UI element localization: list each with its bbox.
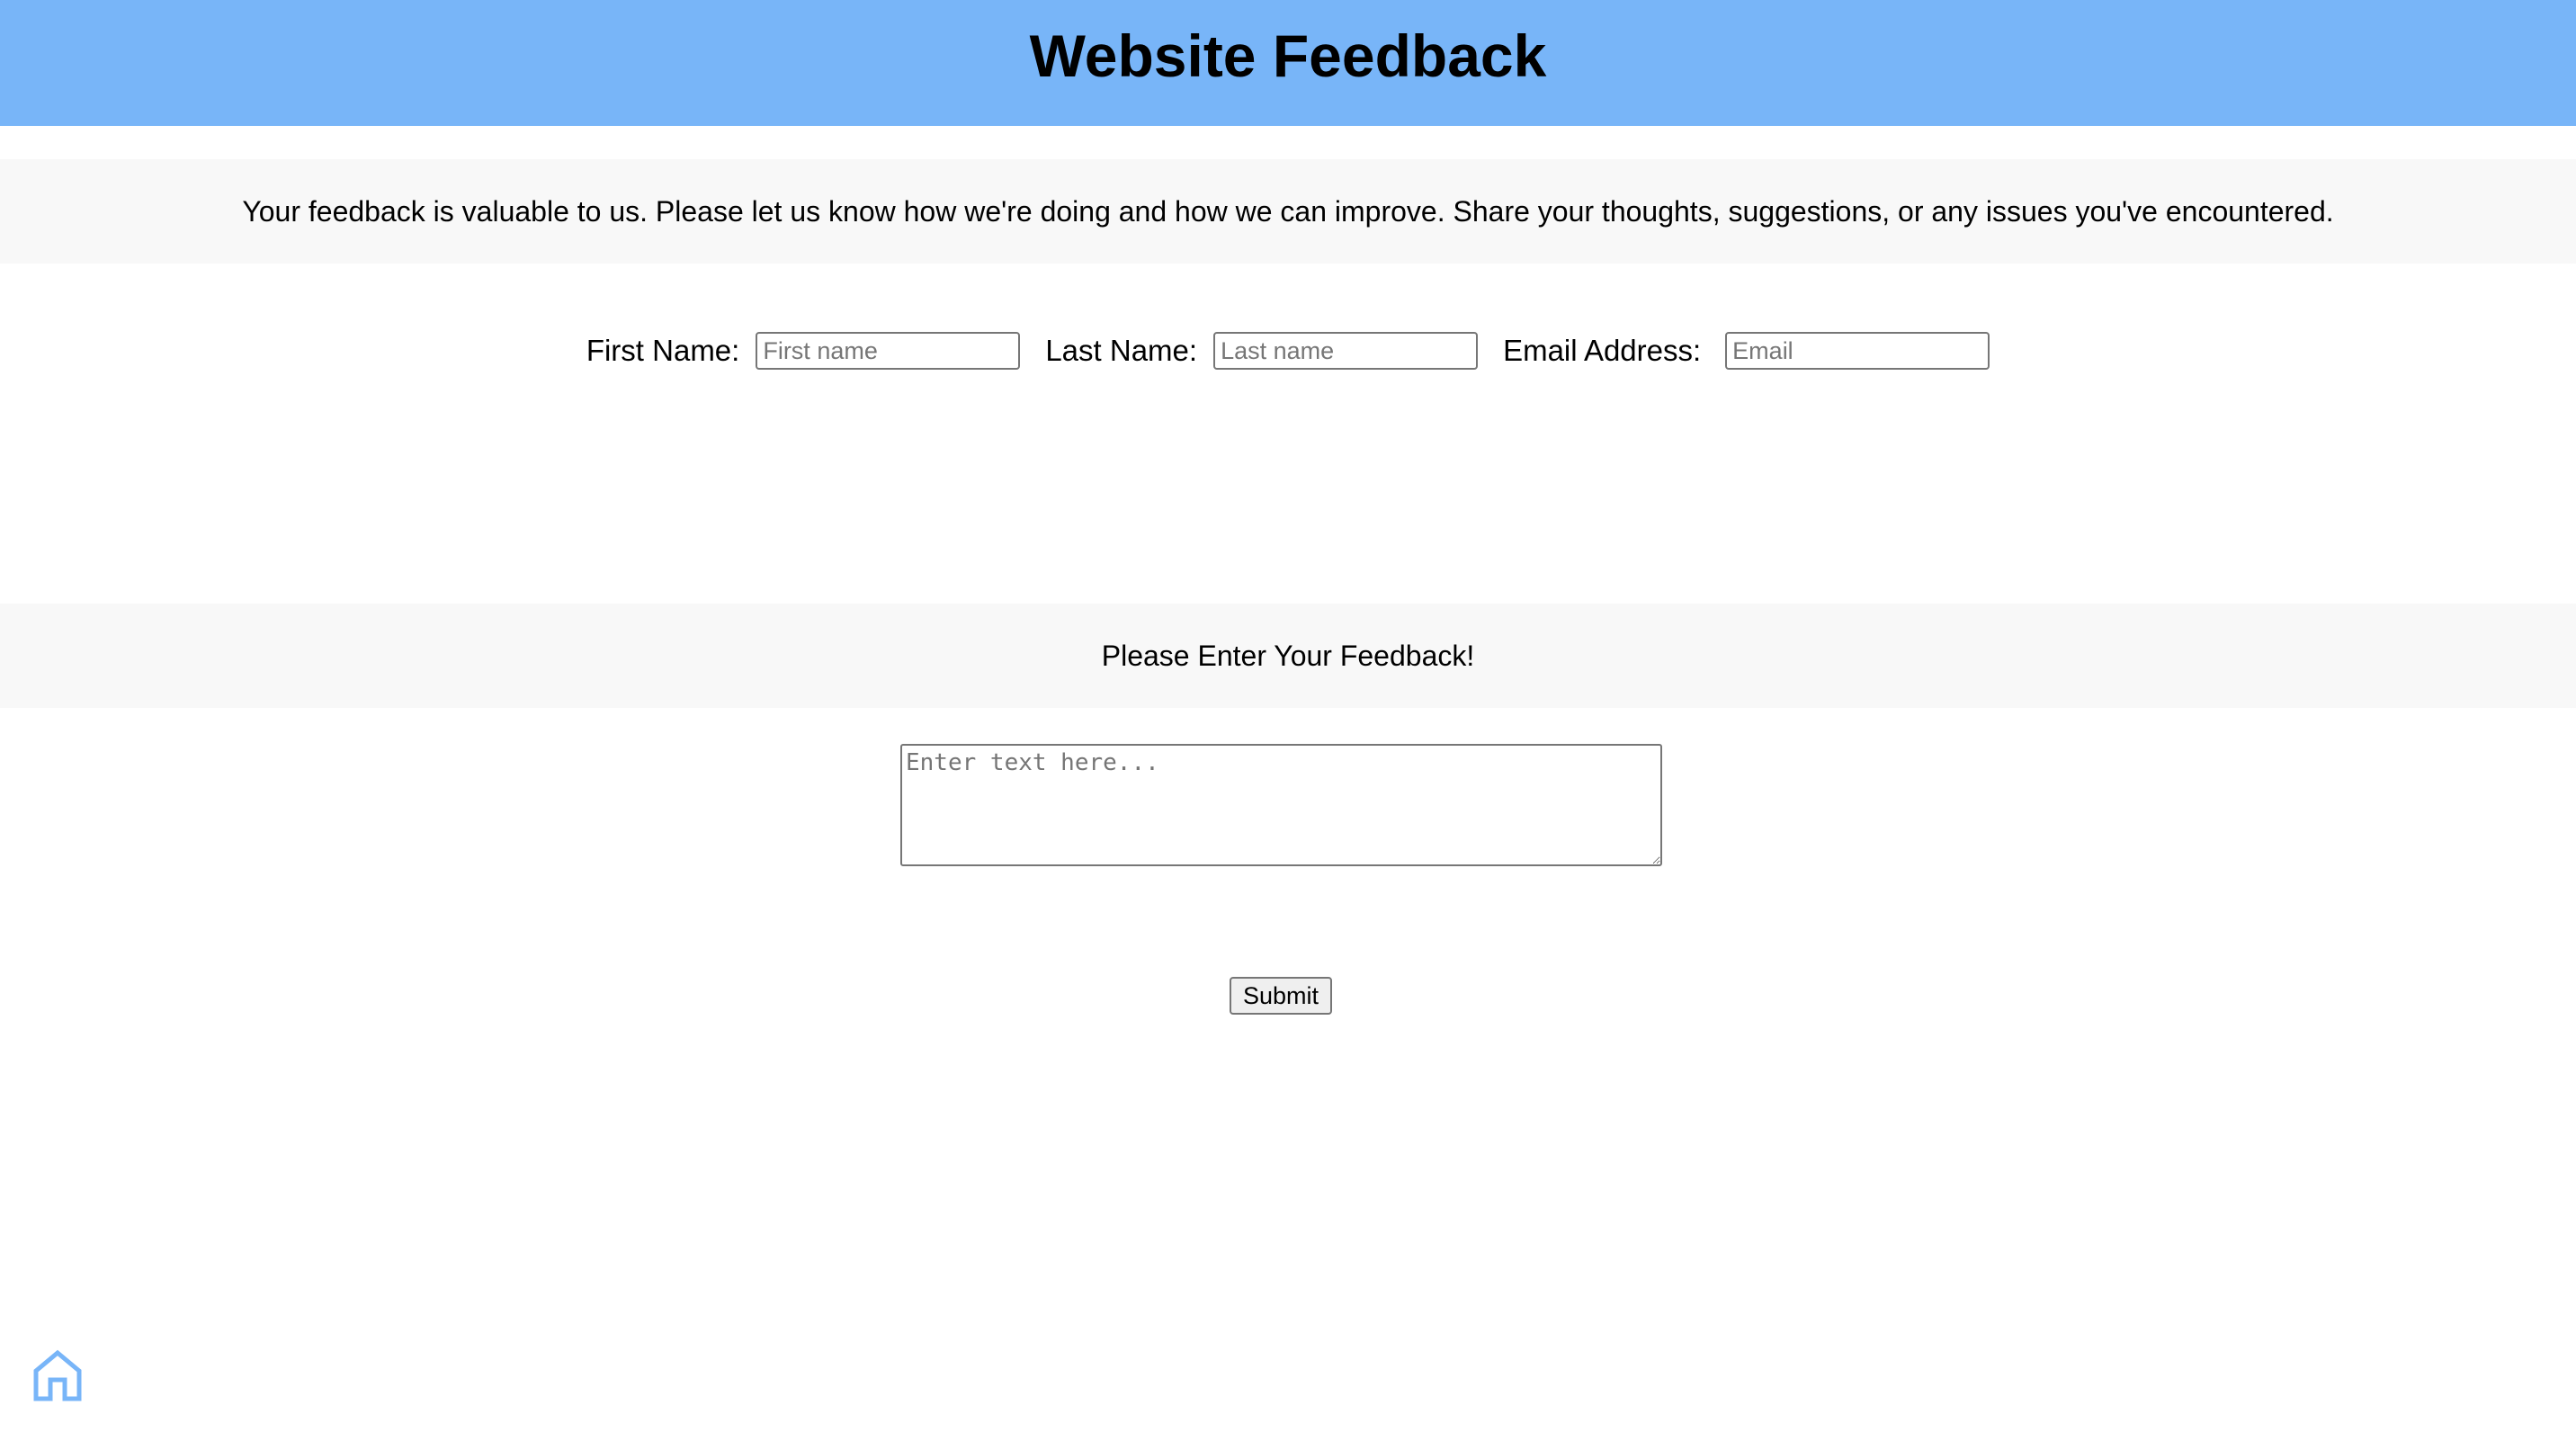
submit-button[interactable]: Submit <box>1230 977 1332 1015</box>
intro-text: Your feedback is valuable to us. Please … <box>242 194 2334 228</box>
page-header: Website Feedback <box>0 0 2576 126</box>
last-name-input[interactable] <box>1213 332 1479 370</box>
contact-fields: First Name: Last Name: Email Address: <box>0 324 2576 378</box>
feedback-prompt-band: Please Enter Your Feedback! <box>0 604 2576 708</box>
feedback-prompt: Please Enter Your Feedback! <box>1101 639 1475 672</box>
email-label: Email Address: <box>1503 334 1702 367</box>
intro-band: Your feedback is valuable to us. Please … <box>0 159 2576 264</box>
first-name-label: First Name: <box>586 334 740 367</box>
feedback-textarea-wrap <box>900 744 1662 866</box>
last-name-label: Last Name: <box>1045 334 1198 367</box>
page-title: Website Feedback <box>1029 22 1547 89</box>
first-name-input[interactable] <box>756 332 1021 370</box>
feedback-page: Website Feedback Your feedback is valuab… <box>0 0 2576 1450</box>
email-input[interactable] <box>1725 332 1990 370</box>
home-icon[interactable] <box>32 1349 83 1401</box>
feedback-textarea[interactable] <box>900 744 1662 866</box>
